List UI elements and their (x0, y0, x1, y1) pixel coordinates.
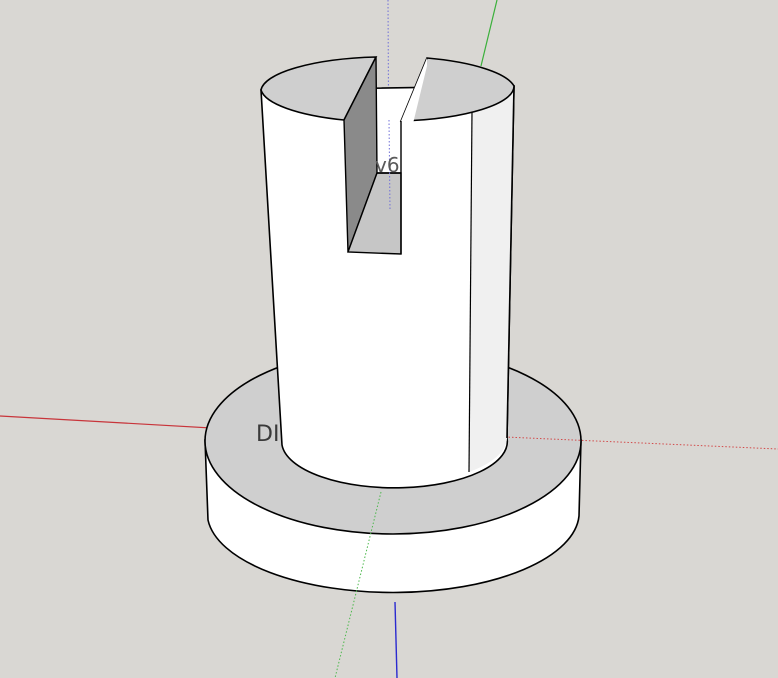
modeling-viewport[interactable]: DI v6 (0, 0, 778, 678)
scene-canvas[interactable]: DI v6 (0, 0, 778, 678)
dimension-label-left: DI (256, 422, 279, 447)
dimension-label-top: v6 (375, 153, 400, 177)
green-axis-solid (480, 0, 498, 67)
blue-axis-solid (394, 601, 398, 678)
